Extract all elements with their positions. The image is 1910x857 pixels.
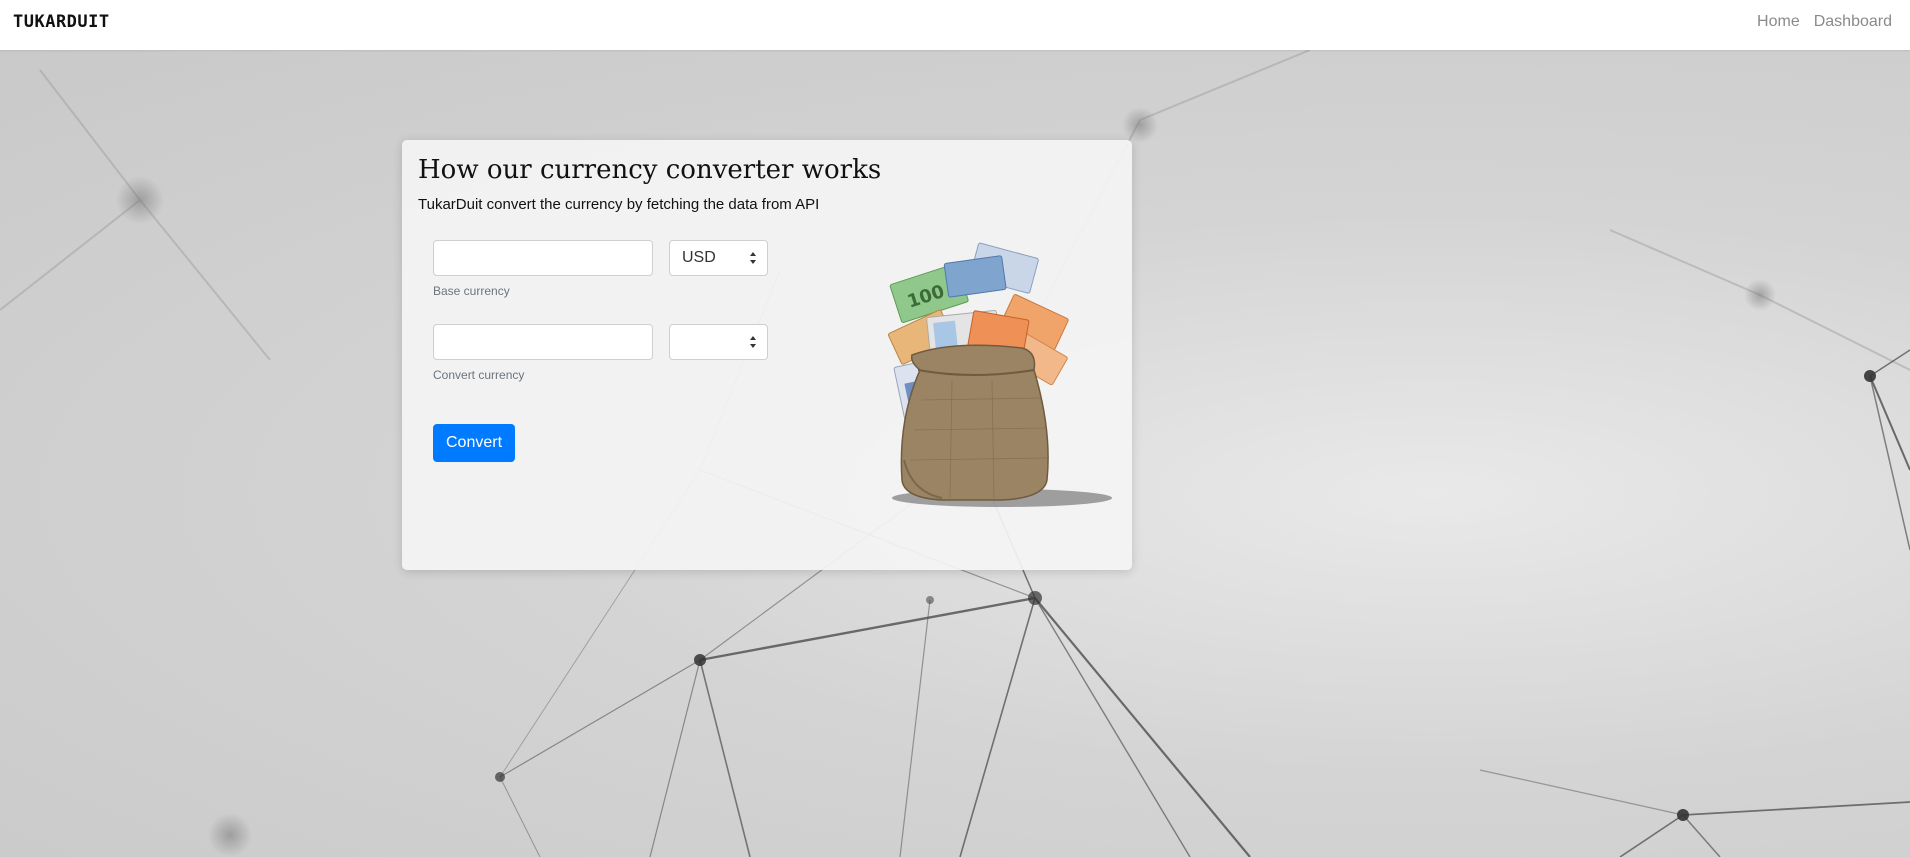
card-subtitle: TukarDuit convert the currency by fetchi… (418, 196, 820, 213)
base-currency-helper: Base currency (433, 284, 510, 298)
card-title: How our currency converter works (418, 155, 882, 185)
base-amount-input[interactable] (433, 240, 653, 276)
convert-currency-helper: Convert currency (433, 368, 525, 382)
convert-currency-select[interactable] (669, 324, 768, 360)
base-currency-select[interactable]: USD (669, 240, 768, 276)
convert-amount-input[interactable] (433, 324, 653, 360)
nav-home-link[interactable]: Home (1757, 13, 1800, 31)
base-currency-value: USD (682, 249, 716, 266)
nav-dashboard-link[interactable]: Dashboard (1814, 13, 1892, 31)
brand-logo[interactable]: TUKARDUIT (13, 12, 110, 32)
nav-links: Home Dashboard (1757, 13, 1892, 31)
converter-card: How our currency converter works TukarDu… (402, 140, 1132, 570)
updown-arrows-icon (750, 252, 756, 264)
navbar: TUKARDUIT Home Dashboard (0, 0, 1910, 50)
convert-button[interactable]: Convert (433, 424, 515, 462)
updown-arrows-icon (750, 336, 756, 348)
money-bag-illustration: 100 (887, 242, 1112, 507)
